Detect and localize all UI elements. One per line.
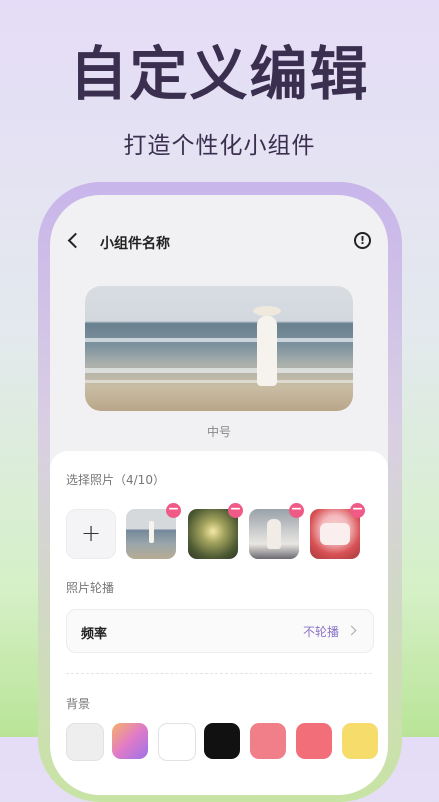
page-title: 小组件名称 bbox=[100, 236, 170, 252]
widget-preview bbox=[85, 286, 353, 411]
remove-photo-button[interactable]: − bbox=[289, 502, 304, 518]
remove-photo-button[interactable]: − bbox=[166, 502, 181, 518]
background-swatch[interactable] bbox=[158, 723, 196, 761]
preview-wave bbox=[85, 338, 353, 342]
hero-title: 自定义编辑 bbox=[69, 40, 370, 108]
thumbnail-figure bbox=[320, 523, 350, 545]
frequency-label: 频率 bbox=[81, 627, 108, 642]
background-section-label: 背景 bbox=[66, 697, 91, 711]
remove-photo-button[interactable]: − bbox=[350, 502, 365, 518]
widget-size-label: 中号 bbox=[206, 425, 231, 439]
divider bbox=[66, 673, 372, 674]
top-bar: 小组件名称 ! bbox=[50, 231, 388, 255]
background-swatch[interactable] bbox=[204, 723, 240, 759]
phone-frame: 小组件名称 ! 中号 选择照片（4/10） + − − − − 照片轮播 频率 bbox=[38, 182, 402, 802]
hero-subtitle: 打造个性化小组件 bbox=[123, 133, 316, 159]
carousel-section-label: 照片轮播 bbox=[66, 581, 115, 595]
preview-figure-hat bbox=[253, 306, 281, 316]
preview-figure bbox=[257, 316, 277, 386]
frequency-value: 不轮播 bbox=[302, 625, 339, 639]
phone-screen: 小组件名称 ! 中号 选择照片（4/10） + − − − − 照片轮播 频率 bbox=[50, 195, 388, 795]
background-swatch[interactable] bbox=[66, 723, 104, 761]
photos-section-label: 选择照片（4/10） bbox=[66, 473, 165, 487]
background-swatch[interactable] bbox=[112, 723, 148, 759]
background-swatch[interactable] bbox=[296, 723, 332, 759]
preview-wave bbox=[85, 380, 353, 383]
chevron-left-icon[interactable] bbox=[67, 232, 84, 249]
info-circle-icon[interactable]: ! bbox=[354, 232, 371, 249]
thumbnail-figure bbox=[267, 519, 281, 549]
background-swatch[interactable] bbox=[342, 723, 378, 759]
add-photo-button[interactable]: + bbox=[66, 509, 116, 559]
frequency-row[interactable]: 频率 不轮播 bbox=[66, 609, 374, 653]
preview-wave bbox=[85, 368, 353, 373]
remove-photo-button[interactable]: − bbox=[228, 502, 243, 518]
thumbnail-figure bbox=[149, 521, 154, 543]
settings-panel: 选择照片（4/10） + − − − − 照片轮播 频率 不轮播 背景 bbox=[50, 451, 388, 795]
background-swatch[interactable] bbox=[250, 723, 286, 759]
chevron-right-icon bbox=[346, 625, 357, 636]
